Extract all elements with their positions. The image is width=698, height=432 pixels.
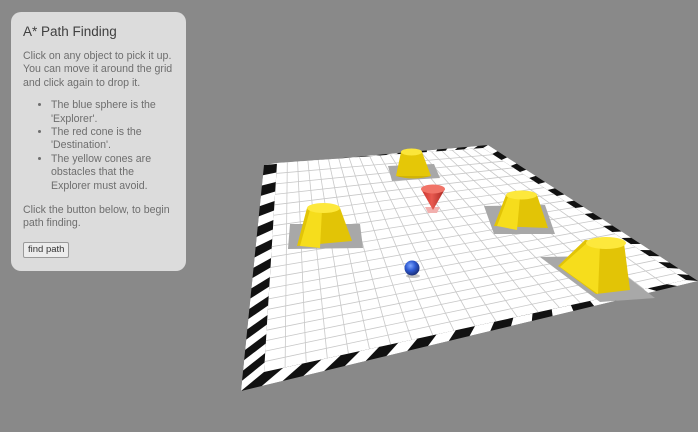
game-viewport[interactable]: A* Path Finding Click on any object to p…	[0, 0, 698, 432]
legend-list: The blue sphere is the 'Explorer'. The r…	[23, 99, 175, 193]
legend-item-destination: The red cone is the 'Destination'.	[51, 126, 175, 153]
instructions-panel: A* Path Finding Click on any object to p…	[11, 12, 186, 271]
panel-outro-text: Click the button below, to begin path fi…	[23, 204, 170, 230]
panel-title: A* Path Finding	[23, 24, 117, 39]
legend-item-explorer: The blue sphere is the 'Explorer'.	[51, 99, 175, 126]
panel-intro-text: Click on any object to pick it up. You c…	[23, 50, 173, 89]
find-path-button[interactable]: find path	[23, 241, 70, 258]
explorer-sphere[interactable]	[404, 260, 421, 279]
legend-item-obstacles: The yellow cones are obstacles that the …	[51, 153, 175, 193]
